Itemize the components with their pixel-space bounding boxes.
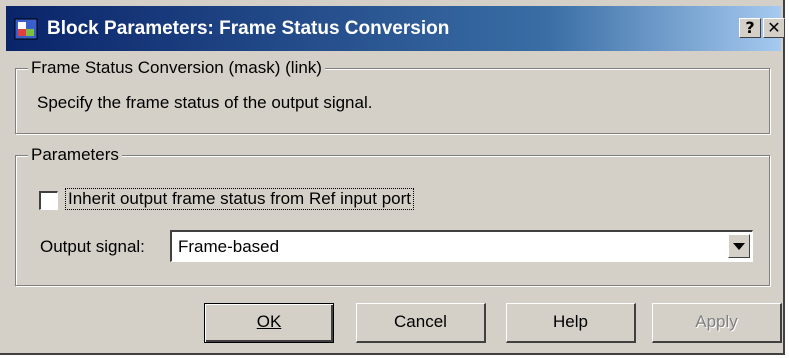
help-button[interactable]: Help	[506, 303, 636, 343]
output-signal-select[interactable]: Frame-based	[170, 230, 753, 262]
window-title: Block Parameters: Frame Status Conversio…	[47, 18, 450, 39]
chevron-down-icon[interactable]	[728, 234, 750, 258]
help-icon[interactable]: ?	[739, 18, 761, 38]
ok-button-label: OK	[256, 312, 282, 331]
ok-button[interactable]: OK	[204, 303, 334, 343]
simulink-block-icon	[14, 18, 38, 40]
close-icon[interactable]: ✕	[763, 18, 785, 38]
apply-button[interactable]: Apply	[652, 303, 782, 343]
output-signal-value: Frame-based	[178, 237, 280, 256]
inherit-frame-status-checkbox[interactable]	[39, 191, 58, 210]
description-text: Specify the frame status of the output s…	[37, 93, 373, 112]
cancel-button[interactable]: Cancel	[356, 303, 486, 343]
description-group-legend: Frame Status Conversion (mask) (link)	[28, 58, 325, 78]
description-group: Frame Status Conversion (mask) (link) Sp…	[15, 58, 770, 134]
inherit-frame-status-label[interactable]: Inherit output frame status from Ref inp…	[65, 188, 414, 210]
parameters-group: Parameters Inherit output frame status f…	[15, 145, 770, 286]
apply-button-label: Apply	[695, 312, 738, 331]
parameters-group-legend: Parameters	[28, 145, 122, 165]
dialog-window: Block Parameters: Frame Status Conversio…	[0, 0, 785, 355]
help-button-label: Help	[553, 312, 588, 331]
output-signal-label: Output signal:	[40, 237, 145, 256]
title-bar[interactable]: Block Parameters: Frame Status Conversio…	[6, 6, 785, 51]
cancel-button-label: Cancel	[394, 312, 447, 331]
